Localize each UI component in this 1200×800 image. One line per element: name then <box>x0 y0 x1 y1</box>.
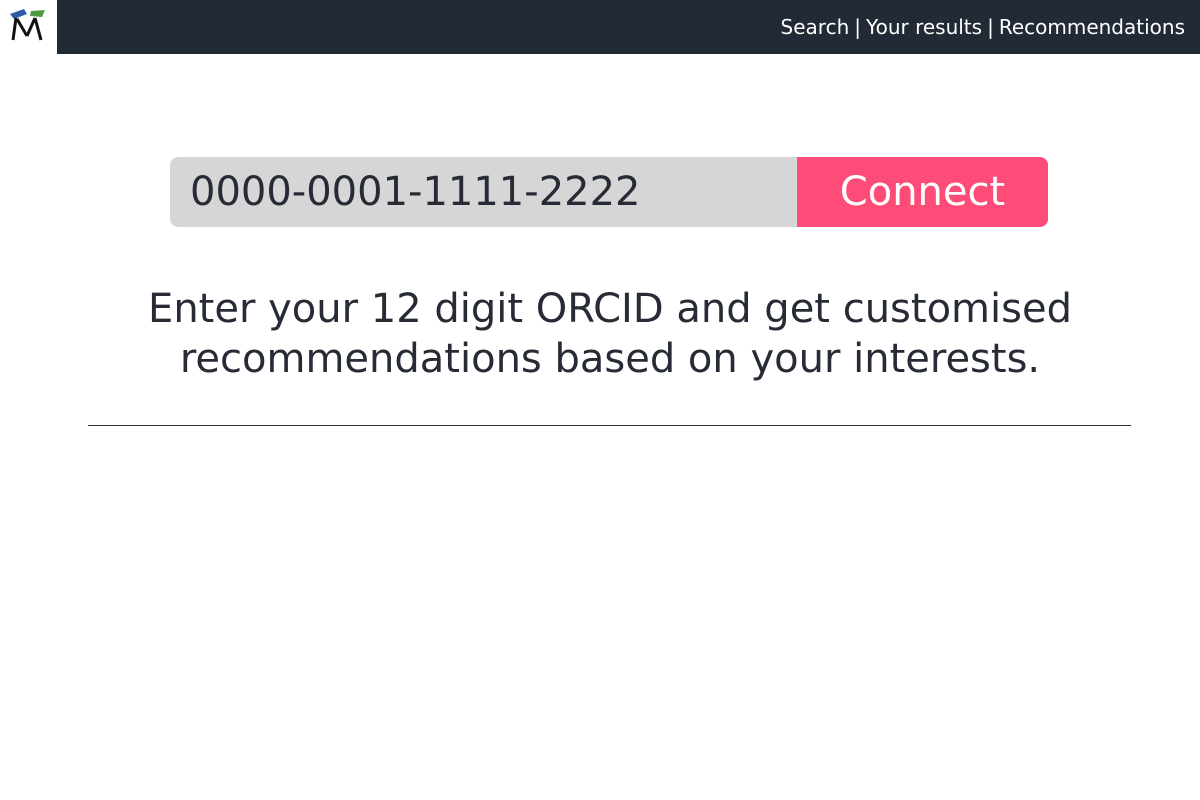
main-nav: Search | Your results | Recommendations <box>781 12 1185 42</box>
nav-link-your-results[interactable]: Your results <box>866 15 982 39</box>
orcid-connect-form: Connect <box>170 157 1048 227</box>
top-navigation-bar: Search | Your results | Recommendations <box>0 0 1200 54</box>
nav-link-recommendations[interactable]: Recommendations <box>999 15 1185 39</box>
section-divider <box>88 425 1131 426</box>
nav-separator: | <box>854 15 862 39</box>
nav-link-search[interactable]: Search <box>781 15 850 39</box>
helper-text: Enter your 12 digit ORCID and get custom… <box>100 284 1120 384</box>
nav-separator: | <box>987 15 994 39</box>
site-logo[interactable] <box>0 0 57 54</box>
connect-button[interactable]: Connect <box>797 157 1048 227</box>
mortarboard-m-logo-icon <box>10 9 45 41</box>
orcid-input[interactable] <box>170 157 797 227</box>
helper-text-line: Enter your 12 digit ORCID and get custom… <box>148 286 1072 332</box>
helper-text-line: recommendations based on your interests. <box>179 336 1041 382</box>
